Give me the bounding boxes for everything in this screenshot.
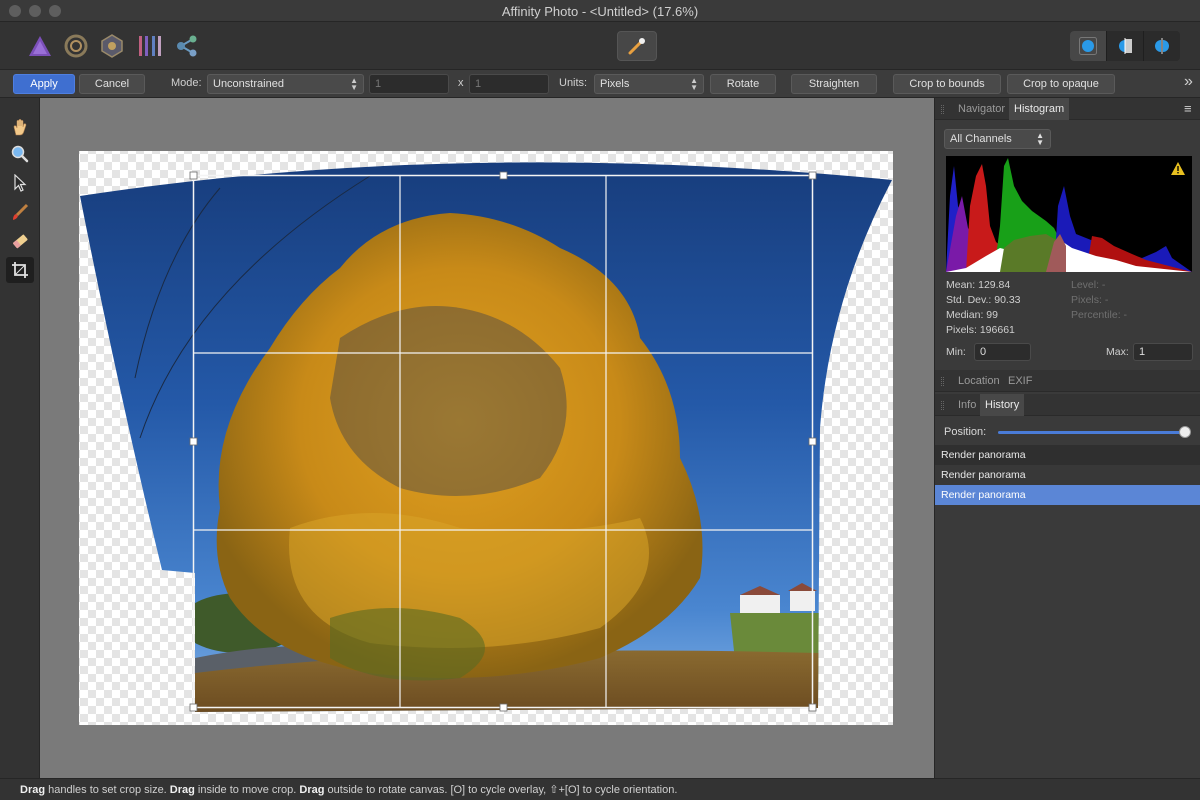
mode-value: Unconstrained (213, 78, 284, 90)
mode-label: Mode: (171, 77, 202, 89)
histogram-pixels: Pixels: 196661 (946, 324, 1015, 336)
crop-to-opaque-button[interactable]: Crop to opaque (1007, 74, 1115, 94)
histogram-graph[interactable] (946, 156, 1192, 272)
single-view-icon[interactable] (1070, 31, 1107, 61)
times-label: x (458, 77, 464, 89)
units-label: Units: (559, 77, 588, 89)
export-persona-icon[interactable] (173, 32, 201, 60)
low-panel-tabs: Info History (935, 394, 1200, 416)
more-options-icon[interactable]: » (1184, 73, 1193, 91)
history-slider-knob[interactable] (1179, 426, 1191, 438)
status-emphasis: Drag (299, 784, 325, 796)
main-toolbar (0, 22, 1200, 70)
title-bar: Affinity Photo - <Untitled> (17.6%) (0, 0, 1200, 22)
tab-history[interactable]: History (980, 394, 1025, 416)
panel-grip-icon[interactable] (941, 377, 944, 386)
crop-to-bounds-button[interactable]: Crop to bounds (893, 74, 1001, 94)
status-bar: Drag handles to set crop size. Drag insi… (0, 778, 1200, 800)
panorama-document[interactable] (40, 98, 934, 778)
status-text: outside to rotate canvas. [O] to cycle o… (324, 784, 678, 796)
apply-button[interactable]: Apply (13, 74, 75, 94)
mid-panel-tabs: Location EXIF (935, 370, 1200, 392)
crop-brush-icon[interactable] (617, 31, 657, 61)
crop-handle-top[interactable] (499, 171, 508, 180)
min-field[interactable]: 0 (974, 343, 1031, 361)
updown-arrows-icon: ▲ ▼ (1036, 131, 1044, 147)
min-label: Min: (946, 346, 966, 358)
split-view-icon[interactable] (1107, 31, 1144, 61)
mode-select[interactable]: Unconstrained ▲ ▼ (207, 74, 364, 94)
position-label: Position: (944, 426, 987, 438)
document-canvas[interactable] (40, 98, 934, 778)
rotate-button[interactable]: Rotate (710, 74, 776, 94)
histogram-percentile: Percentile: - (1071, 309, 1128, 321)
crop-handle-right[interactable] (808, 437, 817, 446)
crop-handle-left[interactable] (189, 437, 198, 446)
panel-grip-icon[interactable] (941, 105, 944, 114)
units-select[interactable]: Pixels ▲ ▼ (594, 74, 704, 94)
panel-grip-icon[interactable] (941, 401, 944, 410)
tab-exif[interactable]: EXIF (1003, 370, 1037, 392)
units-value: Pixels (600, 78, 630, 90)
updown-arrows-icon: ▲ ▼ (350, 76, 358, 92)
history-position-slider[interactable] (998, 431, 1188, 434)
panorama-image (80, 162, 892, 713)
tab-navigator[interactable]: Navigator (953, 98, 1010, 120)
tone-mapping-persona-icon[interactable] (136, 32, 164, 60)
status-text: handles to set crop size. (45, 784, 170, 796)
crop-handle-bottom-right[interactable] (808, 703, 817, 712)
move-tool-icon[interactable] (6, 170, 34, 196)
histogram-level-pixels: Pixels: - (1071, 294, 1109, 306)
histogram-level: Level: - (1071, 279, 1106, 291)
zoom-tool-icon[interactable] (6, 141, 34, 167)
tab-histogram[interactable]: Histogram (1009, 98, 1070, 120)
cancel-button[interactable]: Cancel (79, 74, 145, 94)
straighten-button[interactable]: Straighten (791, 74, 877, 94)
crop-width-field[interactable]: 1 (369, 74, 449, 94)
eraser-icon[interactable] (6, 228, 34, 254)
status-emphasis: Drag (169, 784, 195, 796)
max-field[interactable]: 1 (1133, 343, 1193, 361)
view-mode-group (1070, 31, 1180, 61)
panel-menu-icon[interactable]: ≡ (1179, 98, 1197, 120)
histogram-median: Median: 99 (946, 309, 998, 321)
status-text: inside to move crop. (194, 784, 300, 796)
crop-handle-top-left[interactable] (189, 171, 198, 180)
mirror-view-icon[interactable] (1144, 31, 1180, 61)
crop-height-field[interactable]: 1 (469, 74, 549, 94)
updown-arrows-icon: ▲ ▼ (690, 76, 698, 92)
history-item[interactable]: Render panorama (935, 465, 1200, 485)
max-label: Max: (1106, 346, 1129, 358)
tab-info[interactable]: Info (953, 394, 981, 416)
view-tool-icon[interactable] (6, 114, 34, 140)
studio-panel: Navigator Histogram ≡ All Channels ▲ ▼ Me… (934, 98, 1200, 778)
tools-panel (0, 98, 40, 778)
status-emphasis: Drag (20, 784, 46, 796)
paint-brush-icon[interactable] (6, 199, 34, 225)
crop-handle-bottom-left[interactable] (189, 703, 198, 712)
tab-location[interactable]: Location (953, 370, 1005, 392)
top-panel-tabs: Navigator Histogram ≡ (935, 98, 1200, 120)
crop-handle-bottom[interactable] (499, 703, 508, 712)
crop-handle-top-right[interactable] (808, 171, 817, 180)
history-item[interactable]: Render panorama (935, 445, 1200, 465)
develop-persona-icon[interactable] (98, 32, 126, 60)
channel-select[interactable]: All Channels ▲ ▼ (944, 129, 1051, 149)
crop-tool-icon[interactable] (6, 257, 34, 283)
channel-value: All Channels (950, 133, 1012, 145)
histogram-mean: Mean: 129.84 (946, 279, 1011, 291)
window-title: Affinity Photo - <Untitled> (17.6%) (501, 4, 699, 19)
liquify-persona-icon[interactable] (62, 32, 90, 60)
histogram-stddev: Std. Dev.: 90.33 (946, 294, 1021, 306)
history-item-selected[interactable]: Render panorama (935, 485, 1200, 505)
photo-persona-icon[interactable] (26, 32, 54, 60)
context-toolbar: Apply Cancel Mode: Unconstrained ▲ ▼ 1 x … (0, 70, 1200, 98)
